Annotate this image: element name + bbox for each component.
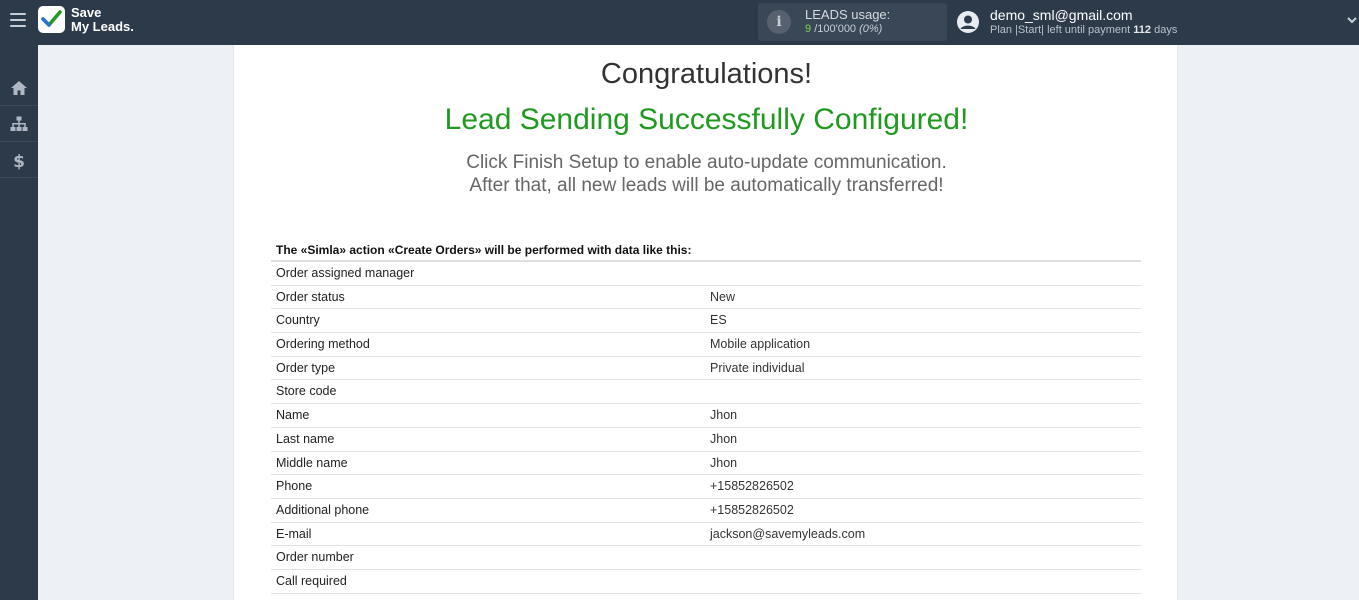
table-row: Last name Jhon <box>271 428 1141 452</box>
row-value: ES <box>710 313 727 328</box>
data-preview-table: The «Simla» action «Create Orders» will … <box>271 238 1141 594</box>
table-row: Additional phone +15852826502 <box>271 499 1141 523</box>
usage-used: 9 <box>805 23 812 35</box>
table-row: Country ES <box>271 309 1141 334</box>
row-key: Order type <box>276 360 336 375</box>
table-row: Store code <box>271 380 1141 405</box>
chevron-down-icon[interactable] <box>1346 14 1358 26</box>
table-row: Ordering method Mobile application <box>271 333 1141 357</box>
table-row: Order number <box>271 546 1141 570</box>
row-key: Middle name <box>276 455 348 470</box>
row-key: Call required <box>276 573 347 588</box>
logo-line1: Save <box>71 5 102 20</box>
hint-text: Click Finish Setup to enable auto-update… <box>234 151 1179 197</box>
row-value: jackson@savemyleads.com <box>710 526 866 541</box>
row-value: Private individual <box>710 360 805 375</box>
table-row: E-mail jackson@savemyleads.com <box>271 523 1141 547</box>
info-icon: i <box>767 10 791 34</box>
user-avatar-icon[interactable] <box>956 10 980 34</box>
row-key: Additional phone <box>276 502 370 517</box>
row-key: Phone <box>276 479 313 494</box>
success-heading: Lead Sending Successfully Configured! <box>444 103 969 136</box>
home-icon <box>11 81 27 95</box>
hamburger-menu-icon[interactable] <box>10 13 26 29</box>
table-row: Order type Private individual <box>271 357 1141 381</box>
plan-days-suffix: days <box>1154 24 1178 36</box>
row-key: Last name <box>276 431 335 446</box>
logo-line2: My Leads. <box>71 19 134 34</box>
row-key: Order assigned manager <box>276 266 415 280</box>
usage-percent: (0%) <box>859 23 883 35</box>
dollar-icon: $ <box>13 152 25 170</box>
table-rows: Order assigned manager Order status New Cou… <box>271 262 1141 594</box>
row-key: Order number <box>276 550 354 565</box>
logo-text[interactable]: Save My Leads. <box>71 6 134 34</box>
usage-value: 9 /100'000 (0%) <box>805 23 882 35</box>
row-value: Jhon <box>710 408 738 423</box>
table-row: Name Jhon <box>271 404 1141 428</box>
congrats-heading: Congratulations! <box>600 58 813 90</box>
table-row: Order status New <box>271 286 1141 310</box>
user-email[interactable]: demo_sml@gmail.com <box>990 7 1133 23</box>
row-key: Name <box>276 408 310 423</box>
sitemap-icon <box>10 116 28 131</box>
row-value: +15852826502 <box>710 479 794 494</box>
leads-usage-panel[interactable]: i LEADS usage: 9 /100'000 (0%) <box>758 3 947 41</box>
row-value: New <box>710 289 736 304</box>
hint-line1: Click Finish Setup to enable auto-update… <box>466 152 947 173</box>
row-value: Mobile application <box>710 337 811 352</box>
row-key: E-mail <box>276 526 312 541</box>
svg-text:$: $ <box>13 152 25 170</box>
sidebar-item-connections[interactable] <box>0 107 38 142</box>
table-caption: The «Simla» action «Create Orders» will … <box>271 238 1141 262</box>
table-row: Call required <box>271 570 1141 594</box>
plan-prefix: Plan |Start| left until payment <box>990 24 1131 36</box>
row-key: Order status <box>276 289 345 304</box>
logo-icon[interactable] <box>38 6 65 33</box>
main-card: Congratulations! Lead Sending Successful… <box>233 45 1178 600</box>
table-row: Middle name Jhon <box>271 452 1141 476</box>
user-plan: Plan |Start| left until payment 112 days <box>990 24 1177 36</box>
usage-title: LEADS usage: <box>805 7 891 22</box>
row-key: Country <box>276 313 320 328</box>
table-row: Order assigned manager <box>271 262 1141 286</box>
sidebar-item-home[interactable] <box>0 71 38 106</box>
row-value: +15852826502 <box>710 502 794 517</box>
usage-total: /100'000 <box>814 23 857 35</box>
sidebar-item-billing[interactable]: $ <box>0 143 38 178</box>
plan-days: 112 <box>1133 24 1152 36</box>
row-key: Ordering method <box>276 337 370 352</box>
top-bar: Save My Leads. i LEADS usage: 9 /100'000… <box>0 0 1359 45</box>
table-row: Phone +15852826502 <box>271 475 1141 499</box>
row-value: Jhon <box>710 431 738 446</box>
row-key: Store code <box>276 384 337 399</box>
row-value: Jhon <box>710 455 738 470</box>
hint-line2: After that, all new leads will be automa… <box>469 175 944 196</box>
sidebar: $ <box>0 45 38 600</box>
